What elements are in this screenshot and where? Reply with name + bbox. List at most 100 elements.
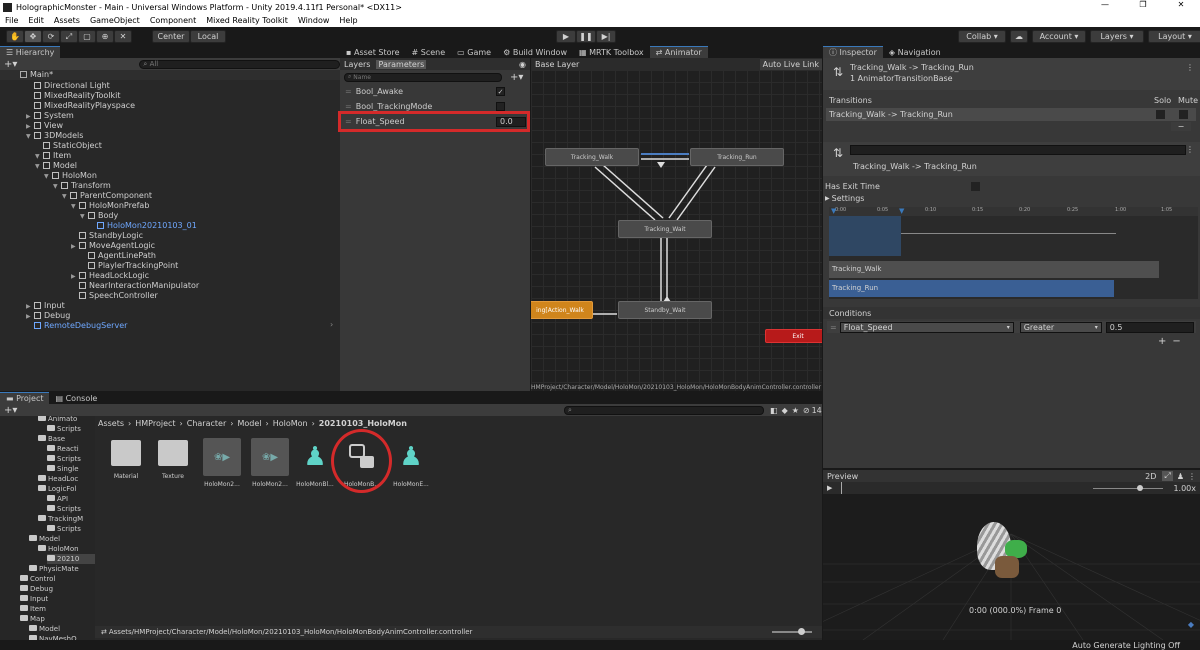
project-tree-item[interactable]: Model (29, 624, 60, 634)
account-dropdown[interactable]: Account ▾ (1032, 30, 1086, 43)
maximize-button[interactable]: ❐ (1124, 0, 1162, 9)
menu-gameobject[interactable]: GameObject (90, 16, 140, 25)
tab-animator[interactable]: ⇄ Animator (649, 46, 708, 58)
project-tree-item[interactable]: PhysicMate (29, 564, 79, 574)
hierarchy-item[interactable]: ▶ Debug (26, 311, 70, 321)
menu-file[interactable]: File (5, 16, 18, 25)
hidden-packages-icon[interactable]: ⊘ (803, 406, 810, 415)
hierarchy-item[interactable]: HoloMon20210103_01 (89, 221, 197, 231)
layers-dropdown[interactable]: Layers ▾ (1090, 30, 1144, 43)
project-tree-item[interactable]: 20210 (47, 554, 95, 564)
animator-graph[interactable]: Base Layer Auto Live Link Tracking_Walk … (531, 58, 822, 391)
transform-tool-icon[interactable]: ⊕ (96, 30, 114, 43)
asset-texture-folder[interactable]: Texture (153, 440, 193, 480)
add-condition-button[interactable]: + (1158, 336, 1166, 347)
hierarchy-item[interactable]: MixedRealityPlayspace (26, 101, 135, 111)
preview-2d-toggle[interactable]: 2D (1145, 472, 1156, 481)
custom-tool-icon[interactable]: ✕ (114, 30, 132, 43)
project-tree-item[interactable]: Animato (38, 416, 77, 424)
track-run[interactable]: Tracking_Run (829, 280, 1114, 297)
tab-mrtk-toolbox[interactable]: ▦ MRTK Toolbox (573, 46, 650, 58)
menu-help[interactable]: Help (339, 16, 357, 25)
breadcrumb-assets[interactable]: Assets (98, 419, 124, 428)
expand-arrow-icon[interactable]: ▼ (62, 192, 70, 202)
project-tree-item[interactable]: Single (47, 464, 79, 474)
condition-value-input[interactable]: 0.5 (1105, 321, 1194, 333)
project-tree-item[interactable]: Model (29, 534, 60, 544)
condition-parameter-dropdown[interactable]: Float_Speed ▾ (839, 321, 1014, 333)
scroll-chevron-icon[interactable]: › (330, 320, 333, 329)
state-tracking-run[interactable]: Tracking_Run (690, 148, 784, 166)
transition-name-input[interactable] (850, 145, 1186, 155)
subtab-layers[interactable]: Layers (344, 60, 370, 69)
remove-condition-button[interactable]: − (1172, 336, 1180, 347)
hierarchy-item[interactable]: ▼ ParentComponent (62, 191, 152, 201)
hierarchy-item[interactable]: ▼ Transform (53, 181, 111, 191)
condition-operator-dropdown[interactable]: Greater ▾ (1019, 321, 1102, 333)
hierarchy-item[interactable]: AgentLinePath (80, 251, 156, 261)
preview-pivot-icon[interactable]: ⤢ (1162, 471, 1173, 481)
parameter-checkbox[interactable] (496, 102, 505, 111)
add-parameter-icon[interactable]: +▾ (510, 72, 523, 83)
drag-handle-icon[interactable]: = (345, 87, 352, 96)
breadcrumb-model[interactable]: Model (237, 419, 261, 428)
settings-foldout[interactable]: ▶ Settings (825, 193, 864, 204)
hierarchy-item[interactable]: StaticObject (35, 141, 102, 151)
rect-tool-icon[interactable]: ▢ (78, 30, 96, 43)
timeline-start-marker[interactable]: ▼ (831, 207, 836, 215)
menu-window[interactable]: Window (298, 16, 330, 25)
play-button[interactable]: ▶ (556, 30, 576, 43)
hierarchy-item[interactable]: Directional Light (26, 81, 110, 91)
hierarchy-item[interactable]: ▶ View (26, 121, 63, 131)
transition-row[interactable]: Tracking_Walk -> Tracking_Run (826, 108, 1196, 121)
menu-edit[interactable]: Edit (28, 16, 44, 25)
tab-game[interactable]: ▭ Game (451, 46, 497, 58)
project-tree-item[interactable]: LogicFol (38, 484, 76, 494)
pause-button[interactable]: ❚❚ (576, 30, 596, 43)
layout-dropdown[interactable]: Layout ▾ (1148, 30, 1200, 43)
expand-arrow-icon[interactable]: ▼ (53, 182, 61, 192)
cloud-icon[interactable]: ☁ (1010, 30, 1028, 43)
project-tree-item[interactable]: TrackingM (38, 514, 83, 524)
state-standby-wait[interactable]: Standby_Wait (618, 301, 712, 319)
project-tree-item[interactable]: Scripts (47, 454, 81, 464)
state-tracking-wait[interactable]: Tracking_Wait (618, 220, 712, 238)
label-icon[interactable]: ◆ (782, 406, 788, 415)
star-icon[interactable]: ★ (792, 406, 799, 415)
project-tree-item[interactable]: Base (38, 434, 65, 444)
transition-timeline[interactable]: 0:00 0:05 0:10 0:15 0:20 0:25 1:00 1:05 … (829, 207, 1198, 299)
mute-checkbox[interactable] (1179, 110, 1188, 119)
asset-material-folder[interactable]: Material (106, 440, 146, 480)
filter-icon[interactable]: ◧ (770, 406, 778, 415)
scale-tool-icon[interactable]: ⤢ (60, 30, 78, 43)
hierarchy-item[interactable]: ▶ MoveAgentLogic (71, 241, 155, 251)
preview-play-button[interactable]: ▶ (827, 484, 832, 492)
state-tracking-walk[interactable]: Tracking_Walk (545, 148, 639, 166)
preview-speed-slider[interactable] (1093, 485, 1163, 491)
hierarchy-item[interactable]: NearInteractionManipulator (71, 281, 199, 291)
tab-asset-store[interactable]: ▪ Asset Store (340, 46, 406, 58)
breadcrumb-current[interactable]: 20210103_HoloMon (319, 419, 407, 428)
breadcrumb-character[interactable]: Character (187, 419, 227, 428)
preview-timeline[interactable] (841, 482, 842, 494)
project-tree-item[interactable]: Scripts (47, 524, 81, 534)
tab-navigation[interactable]: ◈ Navigation (883, 46, 947, 58)
inspector-menu-icon[interactable]: ⋮ (1186, 63, 1194, 72)
remove-transition-button[interactable]: − (1171, 122, 1191, 131)
space-toggle[interactable]: Local (190, 30, 226, 43)
asset-holomon-model-2[interactable]: ❀▶ HoloMon2... (248, 438, 292, 488)
asset-holomon-avatar-2[interactable]: ♟ HoloMonE... (389, 438, 433, 488)
project-tree-item[interactable]: Item (20, 604, 46, 614)
rotate-tool-icon[interactable]: ⟳ (42, 30, 60, 43)
hierarchy-item[interactable]: ▼ Model (35, 161, 77, 171)
hierarchy-item[interactable]: ▶ Input (26, 301, 65, 311)
tab-project[interactable]: ▬ Project (0, 392, 50, 404)
menu-assets[interactable]: Assets (54, 16, 80, 25)
hierarchy-item[interactable]: SpeechController (71, 291, 158, 301)
project-tree-item[interactable]: Scripts (47, 424, 81, 434)
state-exit[interactable]: Exit (765, 329, 822, 343)
project-tree-item[interactable]: Input (20, 594, 48, 604)
move-tool-icon[interactable]: ✥ (24, 30, 42, 43)
hierarchy-item[interactable]: ▼ Item (35, 151, 71, 161)
asset-holomon-model-1[interactable]: ❀▶ HoloMon2... (200, 438, 244, 488)
